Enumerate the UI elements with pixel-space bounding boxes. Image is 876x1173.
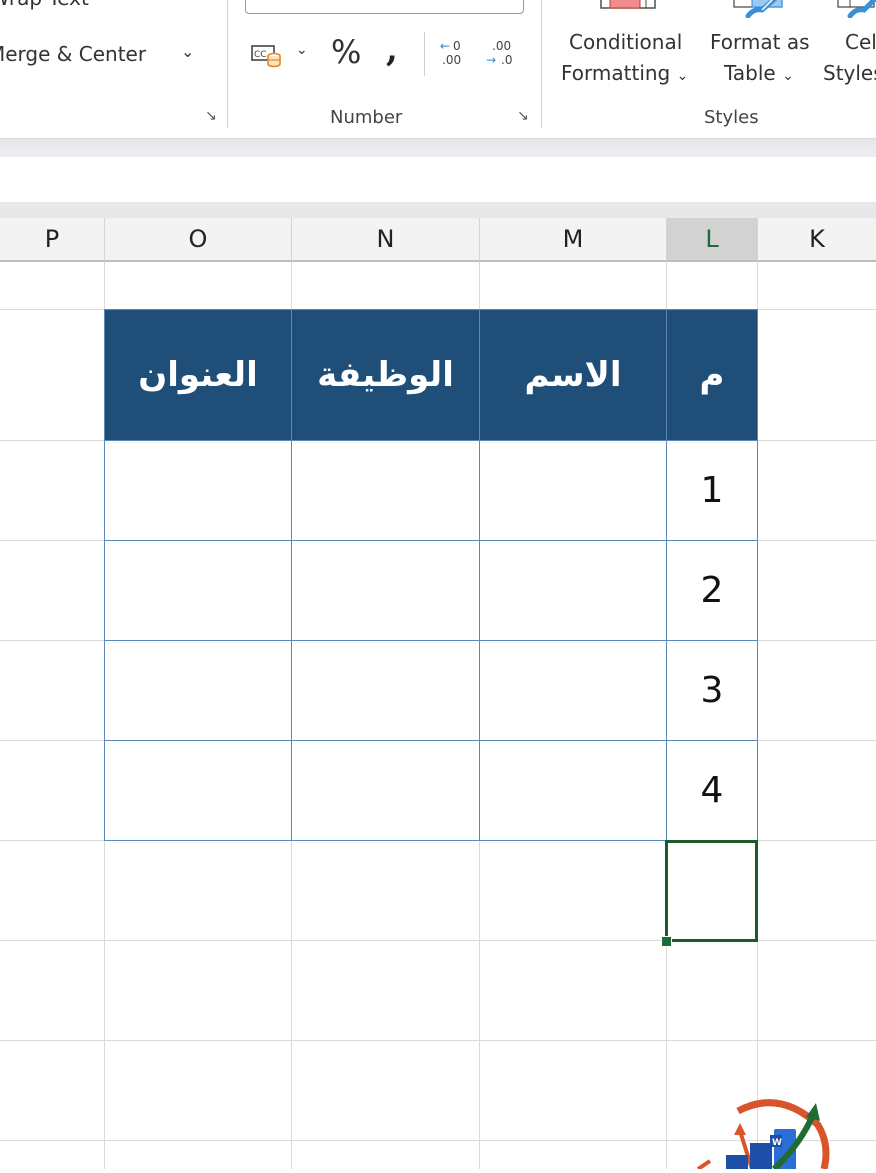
svg-text:→: → (486, 53, 496, 67)
accounting-format-icon[interactable]: CC (250, 42, 284, 70)
alignment-dialog-launcher[interactable]: ↘ (205, 108, 217, 124)
cell-name[interactable] (479, 540, 667, 641)
column-header-p[interactable]: P (0, 218, 105, 262)
fill-handle[interactable] (661, 936, 672, 947)
cell-address[interactable] (104, 640, 292, 741)
svg-text:0: 0 (453, 39, 461, 53)
conditional-formatting-icon (600, 0, 656, 10)
cell-styles-icon (836, 0, 876, 18)
cell-address[interactable] (104, 740, 292, 841)
svg-text:W: W (772, 1138, 782, 1148)
header-address[interactable]: العنوان (104, 309, 292, 441)
conditional-formatting-line1[interactable]: Conditional (569, 30, 682, 54)
cell-job[interactable] (291, 440, 480, 541)
decrease-decimal-button[interactable]: .00 → .0 (484, 36, 520, 72)
group-separator (227, 0, 228, 128)
increase-decimal-button[interactable]: ← 0 .00 (436, 36, 470, 72)
format-as-table-line2: Table (724, 61, 776, 85)
comma-style-button[interactable]: , (386, 30, 398, 70)
svg-text:←: ← (440, 39, 450, 53)
cell-name[interactable] (479, 640, 667, 741)
format-as-table-line1[interactable]: Format as (710, 30, 810, 54)
table-header-row: العنوان الوظيفة الاسم م (104, 309, 758, 441)
header-job[interactable]: الوظيفة (291, 309, 480, 441)
cell-address[interactable] (104, 540, 292, 641)
number-format-value: General (254, 0, 317, 4)
cell-job[interactable] (291, 740, 480, 841)
cell-address[interactable] (104, 440, 292, 541)
styles-group-label: Styles (704, 107, 759, 128)
column-header-n[interactable]: N (292, 218, 480, 262)
cell-styles-line1[interactable]: Cell (845, 30, 876, 54)
conditional-formatting-line2: Formatting (561, 61, 671, 85)
wrap-text-button[interactable]: Wrap Text (0, 0, 89, 10)
chevron-down-icon: ⌄ (782, 68, 794, 84)
format-as-table-button[interactable]: Table ⌄ (724, 61, 794, 85)
number-group-label: Number (330, 107, 403, 128)
number-format-box[interactable]: General (245, 0, 524, 14)
group-separator (541, 0, 542, 128)
merge-center-button[interactable]: Merge & Center (0, 42, 146, 66)
column-header-o[interactable]: O (105, 218, 292, 262)
ribbon: Wrap Text Merge & Center ⌄ ↘ General CC … (0, 0, 876, 138)
table-row: 3 (104, 640, 758, 741)
cell-serial[interactable]: 2 (666, 540, 758, 641)
column-header-m[interactable]: M (480, 218, 667, 262)
table-row: 1 (104, 440, 758, 541)
merge-center-dropdown-icon[interactable]: ⌄ (181, 42, 194, 61)
column-header-strip (0, 202, 876, 218)
column-header-k[interactable]: K (758, 218, 876, 262)
employee-table: العنوان الوظيفة الاسم م 1 2 3 4 (104, 309, 758, 841)
percent-style-button[interactable]: % (331, 33, 361, 71)
number-separator (424, 32, 425, 76)
svg-text:.0: .0 (501, 53, 512, 67)
cell-job[interactable] (291, 540, 480, 641)
watermark-logo-icon: W (690, 1095, 840, 1173)
header-serial[interactable]: م (666, 309, 758, 441)
chevron-down-icon: ⌄ (676, 68, 689, 84)
number-dialog-launcher[interactable]: ↘ (517, 108, 529, 124)
gridline (0, 1040, 876, 1041)
conditional-formatting-button[interactable]: Formatting ⌄ (561, 61, 688, 85)
active-cell-selection[interactable] (665, 840, 758, 942)
column-header-l[interactable]: L (667, 218, 758, 262)
format-as-table-icon (732, 0, 788, 18)
svg-text:CC: CC (254, 50, 267, 60)
cell-job[interactable] (291, 640, 480, 741)
cell-styles-line2[interactable]: Styles (823, 61, 876, 85)
cell-serial[interactable]: 4 (666, 740, 758, 841)
accounting-dropdown-icon[interactable]: ⌄ (296, 42, 308, 58)
cell-name[interactable] (479, 440, 667, 541)
ribbon-bottom-border (0, 138, 876, 158)
cell-serial[interactable]: 3 (666, 640, 758, 741)
table-row: 4 (104, 740, 758, 841)
svg-text:.00: .00 (492, 39, 511, 53)
header-name[interactable]: الاسم (479, 309, 667, 441)
cell-name[interactable] (479, 740, 667, 841)
cell-serial[interactable]: 1 (666, 440, 758, 541)
table-row: 2 (104, 540, 758, 641)
formula-bar-area (0, 157, 876, 202)
svg-text:.00: .00 (442, 53, 461, 67)
